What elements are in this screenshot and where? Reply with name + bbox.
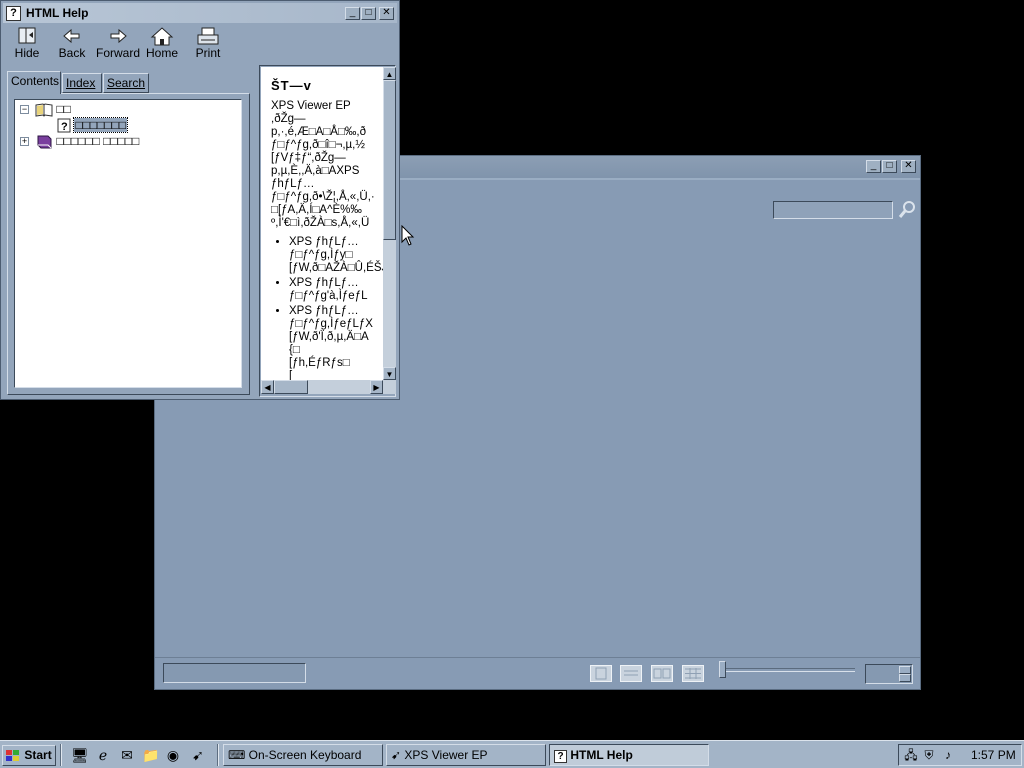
tree-item-book[interactable]: □□□□□□ □□□□□ [35, 134, 139, 149]
firefox-icon[interactable]: ◉ [165, 747, 181, 763]
window-title: HTML Help [26, 6, 89, 20]
tab-contents[interactable]: Contents [7, 71, 61, 94]
help-close-button[interactable]: ✕ [379, 7, 394, 20]
task-html-help[interactable]: ? HTML Help [549, 744, 709, 766]
outlook-express-icon[interactable]: ✉ [119, 747, 135, 763]
xps-minimize-button[interactable]: _ [866, 160, 881, 173]
system-tray: 🖧 ⛨ ♪ 1:57 PM [898, 744, 1022, 766]
xps-close-button[interactable]: ✕ [901, 160, 916, 173]
hide-button[interactable]: Hide [11, 26, 43, 64]
vertical-scrollbar[interactable]: ▲ ▼ [383, 67, 396, 380]
spin-down-button[interactable] [899, 674, 911, 682]
keyboard-icon: ⌨ [228, 748, 246, 762]
back-button[interactable]: Back [55, 26, 89, 64]
taskbar: Start 🖥 ℯ ✉ 📁 ◉ ➹ ⌨ On-Screen Keyboard ➹… [0, 740, 1024, 768]
taskbar-separator [217, 744, 219, 766]
scroll-up-button[interactable]: ▲ [383, 67, 396, 80]
magnifier-icon[interactable] [897, 200, 917, 220]
zoom-spinner[interactable] [865, 664, 913, 684]
list-item: XPS ƒhƒLƒ… ƒ□ƒ^ƒg'à,ÌƒeƒL [289, 277, 383, 303]
topic-content[interactable]: ŠT—v XPS Viewer EP ,ðŽg— p,·,é,Æ□A□Å□‰,ð… [261, 67, 383, 380]
tab-index-label: Index [66, 76, 96, 90]
windows-explorer-icon[interactable]: 📁 [142, 747, 159, 763]
horizontal-scroll-thumb[interactable] [274, 380, 308, 394]
home-label: Home [145, 46, 178, 60]
tree-item-label: □□ [56, 102, 71, 116]
contents-tree[interactable]: − □□ ? □□□□□□□ + □□□□□□ □□□□□ [14, 99, 242, 388]
mouse-cursor-icon [401, 225, 415, 246]
tab-search[interactable]: Search [103, 73, 149, 93]
closed-book-icon [37, 135, 52, 149]
status-divider [155, 657, 920, 658]
tab-search-label: Search [107, 76, 146, 90]
spin-up-button[interactable] [899, 666, 911, 674]
forward-arrow-icon [110, 28, 127, 44]
taskbar-separator [60, 744, 62, 766]
xps-search-input[interactable] [773, 201, 893, 219]
topic-bullet-list: XPS ƒhƒLƒ… ƒ□ƒ^ƒg,Ìƒy□ [ƒW,ð□AŽÀ□Û,ÉŠJ X… [271, 236, 383, 380]
back-arrow-icon [63, 28, 80, 44]
scroll-down-button[interactable]: ▼ [383, 367, 396, 380]
help-icon: ? [554, 750, 567, 763]
one-page-view-icon[interactable] [590, 665, 612, 682]
status-bar-field [163, 663, 306, 683]
topic-paragraph: XPS Viewer EP ,ðŽg— p,·,é,Æ□A□Å□‰,ð ƒ□ƒ^… [271, 100, 375, 229]
help-page-icon: ? [57, 118, 71, 133]
hide-label: Hide [14, 46, 40, 60]
forward-button[interactable]: Forward [96, 26, 140, 64]
task-label: On-Screen Keyboard [248, 748, 362, 762]
scroll-right-button[interactable]: ▶ [370, 380, 383, 394]
svg-text:?: ? [61, 121, 68, 133]
hide-icon [18, 27, 36, 44]
zoom-slider-track[interactable] [721, 668, 855, 672]
internet-explorer-icon[interactable]: ℯ [95, 747, 111, 763]
topic-heading: ŠT—v [271, 78, 312, 93]
grid-view-icon[interactable] [682, 665, 704, 682]
task-label: HTML Help [570, 748, 633, 762]
print-button[interactable]: Print [191, 26, 225, 64]
help-icon: ? [6, 6, 21, 21]
tree-item-label: □□□□□□□ [73, 117, 129, 133]
start-label: Start [24, 748, 52, 762]
speaker-icon[interactable]: ♪ [940, 748, 956, 763]
list-item: XPS ƒhƒLƒ… ƒ□ƒ^ƒg,ÌƒeƒLƒX [ƒW,ð'Ï,ð,µ,Ä□… [289, 305, 383, 380]
vertical-scroll-thumb[interactable] [383, 80, 396, 240]
windows-logo-icon [6, 749, 19, 761]
back-label: Back [58, 46, 86, 60]
open-book-icon [35, 103, 53, 118]
help-title-bar[interactable]: ? HTML Help _ □ ✕ [3, 3, 397, 23]
help-minimize-button[interactable]: _ [345, 7, 360, 20]
printer-icon [197, 27, 219, 45]
security-icon[interactable]: ⛨ [921, 748, 937, 763]
task-on-screen-keyboard[interactable]: ⌨ On-Screen Keyboard [223, 744, 383, 766]
help-maximize-button[interactable]: □ [361, 7, 376, 20]
list-item: XPS ƒhƒLƒ… ƒ□ƒ^ƒg,Ìƒy□ [ƒW,ð□AŽÀ□Û,ÉŠJ [289, 236, 383, 275]
clock[interactable]: 1:57 PM [971, 748, 1016, 762]
horizontal-scrollbar[interactable]: ◀ ▶ [261, 380, 396, 394]
expand-toggle[interactable]: + [20, 137, 29, 146]
html-help-window: ? HTML Help _ □ ✕ Hide Back Forward Home… [0, 0, 400, 400]
forward-label: Forward [96, 46, 141, 60]
task-label: XPS Viewer EP [404, 748, 488, 762]
xps-viewer-icon: ➹ [391, 748, 402, 762]
zoom-slider-thumb[interactable] [719, 661, 726, 678]
thumbnails-view-icon[interactable] [651, 665, 673, 682]
scroll-left-button[interactable]: ◀ [261, 380, 274, 394]
tree-item-root[interactable]: □□ [35, 102, 71, 118]
xps-maximize-button[interactable]: □ [882, 160, 897, 173]
show-desktop-icon[interactable]: 🖥 [71, 747, 89, 763]
collapse-toggle[interactable]: − [20, 105, 29, 114]
task-xps-viewer[interactable]: ➹ XPS Viewer EP [386, 744, 546, 766]
tree-item-label: □□□□□□ □□□□□ [56, 134, 140, 148]
xps-viewer-icon[interactable]: ➹ [190, 747, 206, 763]
home-button[interactable]: Home [145, 26, 179, 64]
home-icon [150, 27, 174, 46]
start-button[interactable]: Start [2, 745, 56, 766]
tab-index[interactable]: Index [62, 73, 102, 93]
tree-item-topic[interactable]: ? □□□□□□□ [57, 117, 129, 133]
print-label: Print [195, 46, 221, 60]
two-page-view-icon[interactable] [620, 665, 642, 682]
network-icon[interactable]: 🖧 [903, 748, 919, 763]
